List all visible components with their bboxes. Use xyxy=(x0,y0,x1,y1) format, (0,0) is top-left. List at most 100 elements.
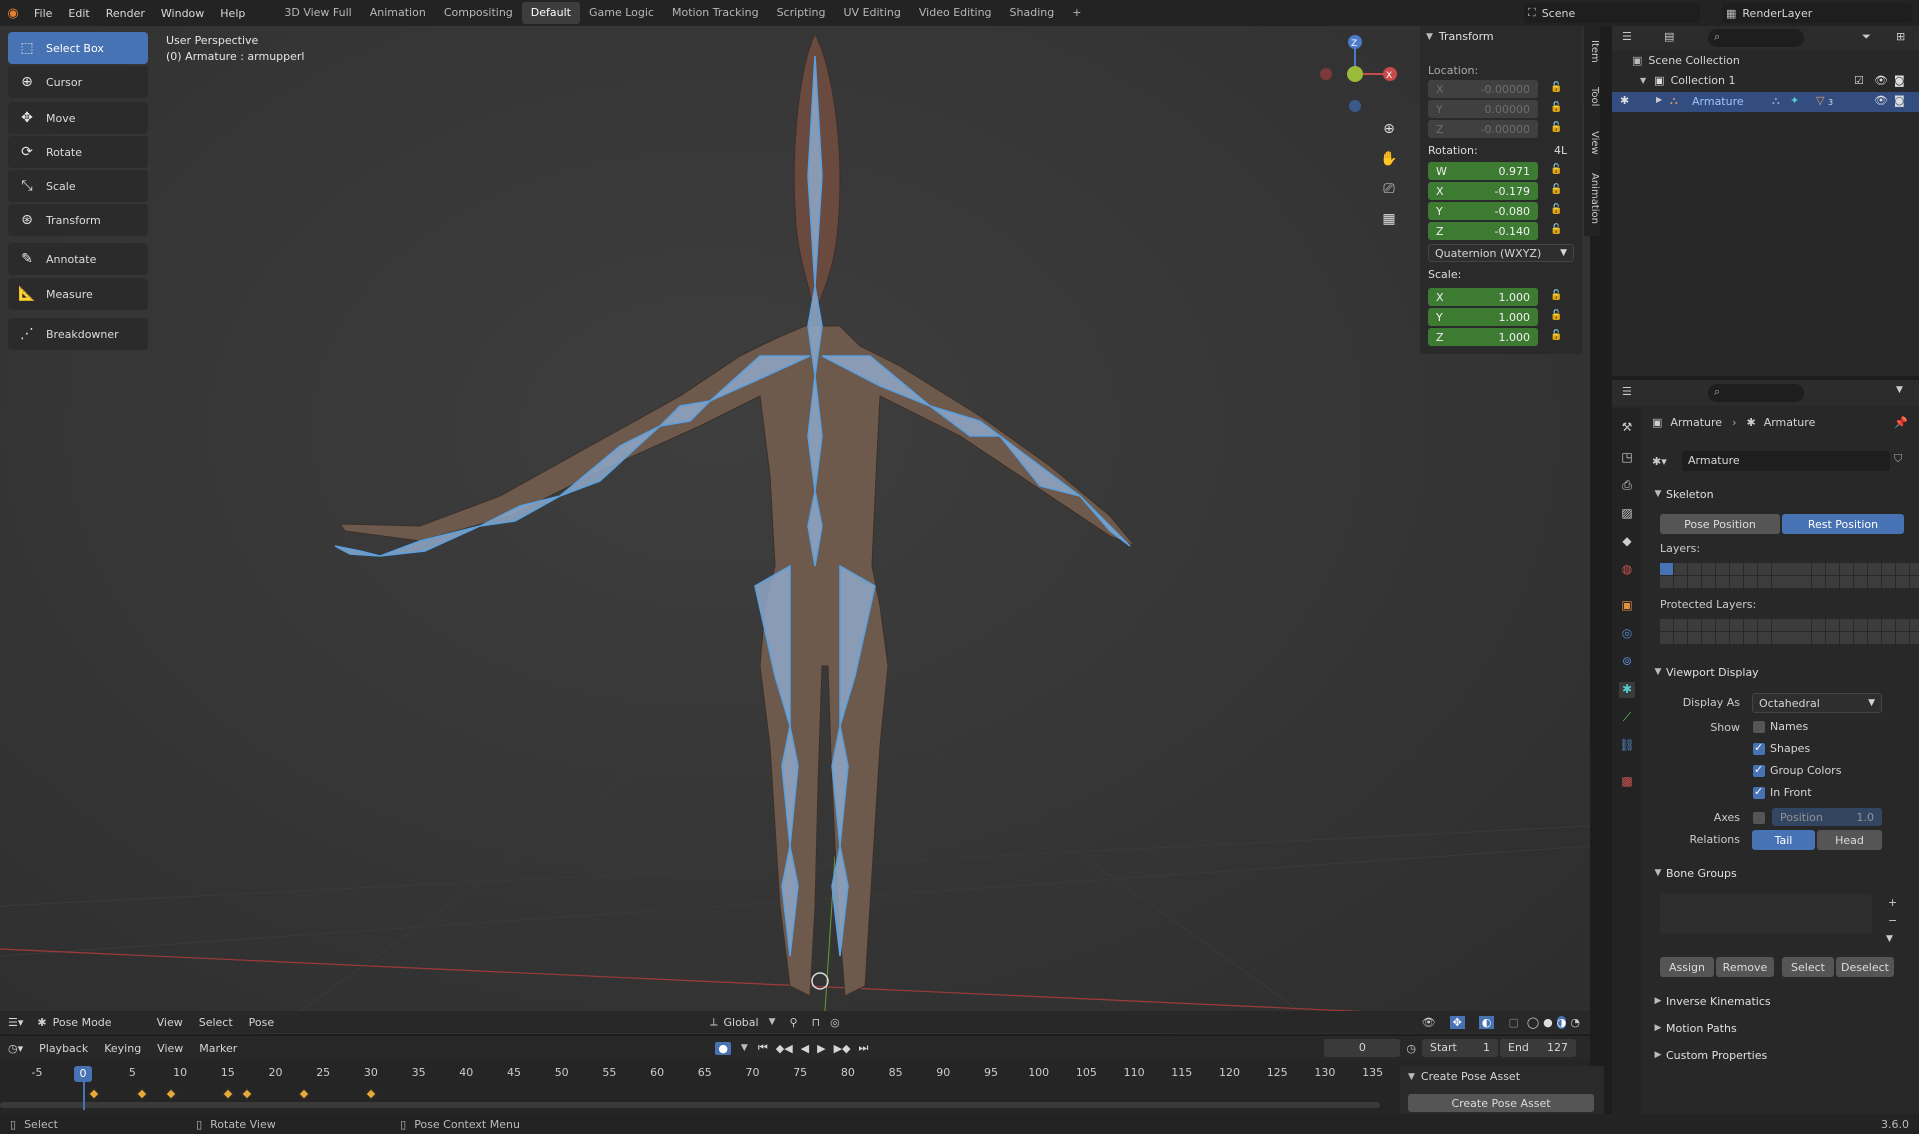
layers-grid-right[interactable] xyxy=(1784,563,1919,589)
menu-window[interactable]: Window xyxy=(153,7,212,20)
tool-annotate-button[interactable]: ✎ Annotate xyxy=(8,243,148,275)
jump-end-icon[interactable]: ⏭ xyxy=(859,1041,869,1055)
workspace-tab-video-editing[interactable]: Video Editing xyxy=(910,2,1001,24)
clock-icon[interactable]: ◷ xyxy=(1406,1042,1416,1055)
orientation-dropdown[interactable]: Global xyxy=(723,1016,758,1029)
editor-type-icon[interactable]: ☰ xyxy=(1622,30,1632,43)
sidebar-tab-animation[interactable]: Animation xyxy=(1584,168,1600,228)
tool-settings-tab-icon[interactable]: ⚒ xyxy=(1619,420,1635,436)
prev-keyframe-icon[interactable]: ◆◀ xyxy=(776,1042,793,1055)
minus-icon[interactable]: − xyxy=(1888,914,1897,927)
camera-icon[interactable]: ◙ xyxy=(1894,94,1905,107)
datablock-name-field[interactable]: Armature xyxy=(1682,451,1890,471)
location-y-field[interactable]: Y 0.00000 xyxy=(1428,100,1538,118)
solid-shading-icon[interactable]: ● xyxy=(1543,1016,1553,1029)
skeleton-panel-header[interactable]: ▼ Skeleton xyxy=(1650,483,1912,505)
rotation-z-field[interactable]: Z -0.140 xyxy=(1428,222,1538,240)
plus-icon[interactable]: + xyxy=(1888,896,1897,909)
menu-view[interactable]: View xyxy=(149,1016,191,1029)
relations-tail-button[interactable]: Tail xyxy=(1752,830,1815,850)
render-tab-icon[interactable]: ◳ xyxy=(1619,450,1635,466)
playback-menu[interactable]: Playback xyxy=(31,1042,96,1055)
armature-data-icon[interactable]: ⛬ xyxy=(1772,94,1780,108)
zoom-icon[interactable]: ⊕ xyxy=(1378,118,1400,140)
camera-icon[interactable]: ◙ xyxy=(1894,74,1905,87)
names-checkbox[interactable] xyxy=(1753,721,1765,733)
workspace-tab-scripting[interactable]: Scripting xyxy=(768,2,835,24)
menu-render[interactable]: Render xyxy=(98,7,153,20)
create-pose-asset-button[interactable]: Create Pose Asset xyxy=(1408,1094,1594,1112)
pose-asset-header[interactable]: ▼ Create Pose Asset xyxy=(1408,1070,1520,1083)
editor-type-icon[interactable]: ☰▾ xyxy=(0,1016,31,1029)
datablock-selector[interactable]: ✱▾ Armature xyxy=(1652,451,1890,471)
rotation-w-field[interactable]: W 0.971 xyxy=(1428,162,1538,180)
eye-icon[interactable]: 👁 xyxy=(1874,74,1888,87)
material-shading-icon[interactable]: ◑ xyxy=(1556,1015,1567,1029)
ortho-grid-icon[interactable]: ▦ xyxy=(1378,208,1400,230)
shapes-checkbox[interactable] xyxy=(1753,741,1765,755)
overlay-toggle-icon[interactable]: ◐ xyxy=(1478,1015,1495,1029)
visibility-icon[interactable]: 👁 xyxy=(1422,1016,1436,1029)
new-collection-icon[interactable]: ⊞ xyxy=(1896,30,1905,43)
workspace-tab-motion-tracking[interactable]: Motion Tracking xyxy=(663,2,768,24)
unlock-icon[interactable]: 🔓 xyxy=(1550,184,1562,196)
pivot-icon[interactable]: ⚲ xyxy=(790,1016,798,1029)
workspace-tab-game-logic[interactable]: Game Logic xyxy=(580,2,663,24)
object-tab-icon[interactable]: ▣ xyxy=(1619,598,1635,614)
gizmo-toggle-icon[interactable]: ✥ xyxy=(1449,1015,1465,1029)
protected-layers-grid-left[interactable] xyxy=(1660,619,1799,645)
fake-user-shield-icon[interactable]: ⛉ xyxy=(1894,452,1902,466)
rotation-y-field[interactable]: Y -0.080 xyxy=(1428,202,1538,220)
camera-view-icon[interactable]: ⎚ xyxy=(1378,178,1400,200)
tool-measure-button[interactable]: 📐 Measure xyxy=(8,278,148,310)
properties-search-input[interactable]: ⌕ xyxy=(1708,384,1804,402)
rotation-x-field[interactable]: X -0.179 xyxy=(1428,182,1538,200)
remove-button[interactable]: Remove xyxy=(1716,957,1774,977)
menu-help[interactable]: Help xyxy=(212,7,253,20)
group-colors-checkbox[interactable] xyxy=(1753,763,1765,777)
workspace-tab-animation[interactable]: Animation xyxy=(361,2,435,24)
xray-icon[interactable]: ▢ xyxy=(1508,1016,1518,1029)
deselect-button[interactable]: Deselect xyxy=(1836,957,1894,977)
display-mode-icon[interactable]: ▤ xyxy=(1664,30,1674,43)
workspace-tab-3d-view-full[interactable]: 3D View Full xyxy=(275,2,360,24)
sidebar-tab-view[interactable]: View xyxy=(1584,124,1600,162)
workspace-tab-default[interactable]: Default xyxy=(521,2,580,24)
unlock-icon[interactable]: 🔓 xyxy=(1550,330,1562,342)
navigation-gizmo[interactable]: Z X xyxy=(1320,35,1397,112)
unlock-icon[interactable]: 🔓 xyxy=(1550,82,1562,94)
output-tab-icon[interactable]: ⎙ xyxy=(1619,478,1635,494)
axes-checkbox[interactable] xyxy=(1753,812,1765,824)
pose-icon[interactable]: ✦ xyxy=(1790,94,1799,107)
wireframe-shading-icon[interactable]: ◯ xyxy=(1527,1016,1539,1029)
location-z-field[interactable]: Z -0.00000 xyxy=(1428,120,1538,138)
unlock-icon[interactable]: 🔓 xyxy=(1550,102,1562,114)
modifiers-tab-icon[interactable]: ◎ xyxy=(1619,626,1635,642)
tool-breakdowner-button[interactable]: ⋰ Breakdowner xyxy=(8,318,148,350)
menu-pose[interactable]: Pose xyxy=(241,1016,282,1029)
pin-icon[interactable]: 📌 xyxy=(1894,416,1908,429)
current-frame-field[interactable]: 0 xyxy=(1324,1039,1401,1057)
bone-constraints-tab-icon[interactable]: ⛓ xyxy=(1619,738,1635,754)
rotation-mode-dropdown[interactable]: Quaternion (WXYZ) ▼ xyxy=(1428,244,1574,262)
mode-dropdown[interactable]: Pose Mode xyxy=(53,1016,149,1029)
armature-row[interactable]: ✱ ▶ ⛬ Armature ⛬ ✦ ▽ 3 👁 ◙ xyxy=(1612,92,1919,112)
viewport-display-panel-header[interactable]: ▼ Viewport Display xyxy=(1650,661,1912,683)
sidebar-tab-tool[interactable]: Tool xyxy=(1584,78,1600,116)
unlock-icon[interactable]: 🔓 xyxy=(1550,310,1562,322)
scale-x-field[interactable]: X 1.000 xyxy=(1428,288,1538,306)
assign-button[interactable]: Assign xyxy=(1660,957,1714,977)
render-layer-selector[interactable]: ▦ RenderLayer xyxy=(1722,3,1912,23)
tool-rotate-button[interactable]: ⟳ Rotate xyxy=(8,136,148,168)
timeline-scrollbar[interactable] xyxy=(0,1102,1380,1108)
collection-row[interactable]: ▼ ▣ Collection 1 ☑ 👁 ◙ xyxy=(1640,74,1910,87)
texture-tab-icon[interactable]: ▩ xyxy=(1619,774,1635,790)
axes-position-field[interactable]: Position 1.0 xyxy=(1772,808,1882,826)
snap-icon[interactable]: ⊓ xyxy=(812,1016,821,1029)
workspace-tab-compositing[interactable]: Compositing xyxy=(435,2,522,24)
tool-select-box-button[interactable]: ⬚ Select Box xyxy=(8,32,148,64)
location-x-field[interactable]: X -0.00000 xyxy=(1428,80,1538,98)
protected-layers-grid-right[interactable] xyxy=(1784,619,1919,645)
scale-z-field[interactable]: Z 1.000 xyxy=(1428,328,1538,346)
rest-position-button[interactable]: Rest Position xyxy=(1782,514,1904,534)
